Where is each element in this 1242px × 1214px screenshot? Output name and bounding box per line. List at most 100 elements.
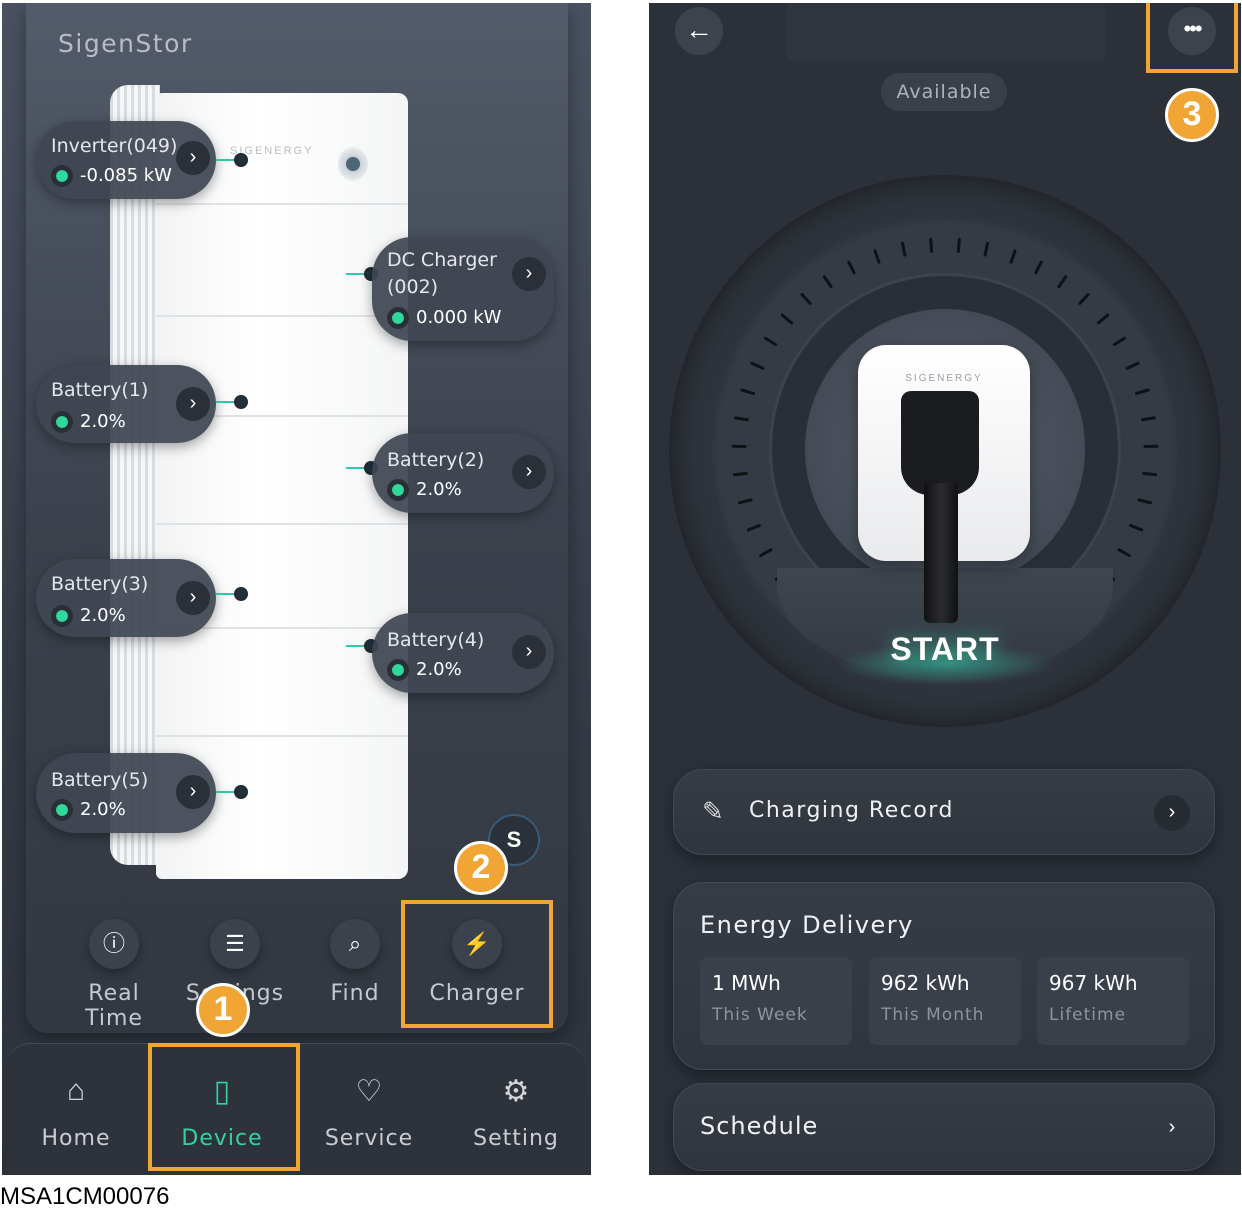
dial-tick (732, 471, 748, 477)
dial-tick (750, 361, 765, 370)
status-dot-icon (51, 411, 73, 433)
tool-real-time-label: Real Time (85, 981, 143, 1031)
dial-tick (1078, 293, 1090, 305)
nav-home-label: Home (41, 1126, 111, 1151)
battery-5-label: Battery(5) (51, 769, 149, 791)
chevron-right-icon[interactable]: › (176, 581, 210, 615)
battery-3-chip[interactable]: Battery(3) 2.0% › (36, 559, 216, 637)
dial-tick (1097, 313, 1110, 325)
chevron-right-icon[interactable]: › (512, 635, 546, 669)
dial-tick (1117, 548, 1131, 558)
connector-line (346, 463, 376, 473)
dial-tick (1034, 260, 1043, 275)
stat-lifetime-label: Lifetime (1049, 1005, 1127, 1025)
dial-tick (800, 293, 812, 305)
tool-find[interactable]: ⌕ Find (300, 919, 410, 1006)
chevron-right-icon[interactable]: › (512, 257, 546, 291)
charger-screen: ← ••• 3 Available SIGENERGY START ✎ Char… (649, 3, 1241, 1175)
highlight-charger (401, 900, 553, 1028)
battery-2-label: Battery(2) (387, 449, 485, 471)
nav-home[interactable]: ⌂ Home (6, 1074, 146, 1151)
stat-lifetime-value: 967 kWh (1049, 971, 1138, 995)
dc-charger-chip[interactable]: DC Charger (002) 0.000 kW › (372, 237, 554, 341)
chevron-right-icon[interactable]: › (512, 455, 546, 489)
connector-line (216, 155, 246, 165)
stat-this-week: 1 MWh This Week (700, 957, 852, 1045)
title-bar (787, 3, 1105, 61)
dial-tick (1135, 388, 1150, 395)
gear-icon: ⚙ (502, 1075, 530, 1108)
tool-find-label: Find (330, 981, 380, 1006)
dial-tick (1129, 523, 1144, 532)
battery-4-chip[interactable]: Battery(4) 2.0% › (372, 613, 554, 693)
battery-2-soc: 2.0% (416, 479, 462, 500)
battery-2-chip[interactable]: Battery(2) 2.0% › (372, 433, 554, 513)
device-screen: SigenStor SIGENERGY Inverter(049) -0.085… (2, 3, 591, 1175)
charging-record-card[interactable]: ✎ Charging Record › (673, 769, 1215, 855)
chevron-right-icon[interactable]: › (176, 141, 210, 175)
status-dot-icon (387, 479, 409, 501)
battery-3-label: Battery(3) (51, 573, 149, 595)
dial-tick (1125, 361, 1140, 370)
stat-week-label: This Week (712, 1005, 808, 1025)
tool-real-time[interactable]: ⓘ Real Time (59, 919, 169, 1031)
connector-line (216, 397, 246, 407)
dial-tick (822, 275, 833, 289)
chevron-right-icon[interactable]: › (1154, 795, 1190, 831)
service-icon: ♡ (355, 1075, 383, 1108)
callout-3: 3 (1165, 88, 1219, 142)
energy-delivery-title: Energy Delivery (700, 911, 914, 939)
battery-5-chip[interactable]: Battery(5) 2.0% › (36, 753, 216, 833)
dial-tick (1141, 416, 1156, 422)
inverter-label: Inverter(049) (51, 135, 178, 157)
dial-tick (740, 388, 755, 395)
callout-1: 1 (196, 983, 250, 1037)
nav-setting[interactable]: ⚙ Setting (446, 1074, 586, 1151)
dial-tick (1057, 275, 1068, 289)
status-badge: Available (881, 73, 1007, 111)
dial-tick (929, 237, 934, 253)
battery-1-label: Battery(1) (51, 379, 149, 401)
nav-service-label: Service (324, 1126, 414, 1151)
find-icon: ⌕ (330, 919, 380, 969)
stat-month-value: 962 kWh (881, 971, 970, 995)
home-icon: ⌂ (66, 1074, 86, 1107)
dial-tick (983, 241, 990, 257)
connector-line (346, 269, 376, 279)
battery-5-soc: 2.0% (80, 799, 126, 820)
dial-tick (873, 249, 881, 264)
start-button[interactable]: START (845, 631, 1045, 668)
highlight-more (1146, 3, 1238, 73)
stat-this-month: 962 kWh This Month (869, 957, 1021, 1045)
chevron-right-icon[interactable]: › (176, 775, 210, 809)
dc-charger-id: (002) (387, 276, 439, 298)
product-name: SigenStor (58, 29, 193, 58)
chevron-right-icon[interactable]: › (1154, 1110, 1190, 1146)
stat-month-label: This Month (881, 1005, 985, 1025)
charging-record-label: Charging Record (749, 798, 954, 823)
dial-tick (737, 498, 753, 505)
schedule-card[interactable]: Schedule › (673, 1083, 1215, 1171)
dial-tick (746, 523, 761, 532)
plug-connector (901, 391, 979, 495)
dial-tick (900, 241, 907, 257)
schedule-label: Schedule (700, 1112, 819, 1140)
info-icon: ⓘ (89, 919, 139, 969)
energy-delivery-card: Energy Delivery 1 MWh This Week 962 kWh … (673, 882, 1215, 1070)
dial-tick (956, 237, 961, 253)
dial-tick (847, 260, 856, 275)
connector-line (216, 589, 246, 599)
sliders-icon: ☰ (210, 919, 260, 969)
inverter-power: -0.085 kW (80, 165, 172, 186)
battery-4-soc: 2.0% (416, 659, 462, 680)
tower-port (338, 147, 368, 181)
nav-service[interactable]: ♡ Service (299, 1074, 439, 1151)
back-arrow-icon[interactable]: ← (675, 7, 723, 55)
battery-1-chip[interactable]: Battery(1) 2.0% › (36, 365, 216, 443)
inverter-chip[interactable]: Inverter(049) -0.085 kW › (36, 121, 216, 199)
callout-2: 2 (454, 841, 508, 895)
battery-4-label: Battery(4) (387, 629, 485, 651)
dial-tick (1137, 498, 1153, 505)
chevron-right-icon[interactable]: › (176, 387, 210, 421)
dc-charger-label: DC Charger (387, 249, 497, 271)
